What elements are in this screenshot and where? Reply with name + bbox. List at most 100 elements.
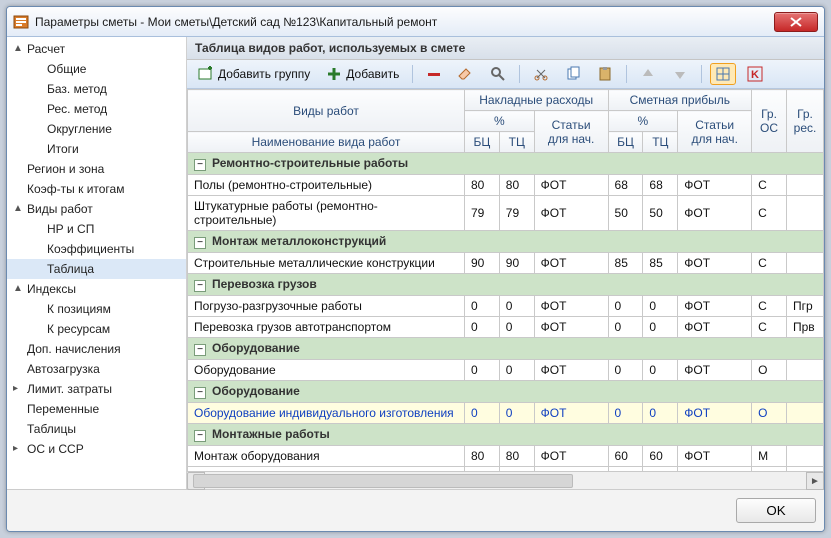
add-group-button[interactable]: Добавить группу xyxy=(193,63,315,85)
table-row[interactable]: Погрузо-разгрузочные работы00ФОТ00ФОТСПг… xyxy=(188,296,824,317)
collapse-icon[interactable]: − xyxy=(194,237,206,249)
col-pr-articles[interactable]: Статьи для нач. xyxy=(678,111,752,153)
cell-gos[interactable]: М xyxy=(752,446,787,467)
sidebar-item-19[interactable]: Таблицы xyxy=(7,419,186,439)
sidebar-item-7[interactable]: Коэф-ты к итогам xyxy=(7,179,186,199)
sidebar-item-13[interactable]: К позициям xyxy=(7,299,186,319)
cell-oh-bc[interactable]: 79 xyxy=(464,196,499,231)
remove-button[interactable] xyxy=(421,63,447,85)
expand-icon[interactable]: ▸ xyxy=(13,443,23,454)
cell-oh-art[interactable]: ФОТ xyxy=(534,317,608,338)
sidebar-item-15[interactable]: Доп. начисления xyxy=(7,339,186,359)
sidebar-item-9[interactable]: НР и СП xyxy=(7,219,186,239)
sidebar-item-11[interactable]: Таблица xyxy=(7,259,186,279)
expand-icon[interactable]: ▲ xyxy=(13,43,23,54)
table-row[interactable]: Перевозка грузов автотранспортом00ФОТ00Ф… xyxy=(188,317,824,338)
col-profit[interactable]: Сметная прибыль xyxy=(608,90,752,111)
move-down-button[interactable] xyxy=(667,63,693,85)
cell-gos[interactable]: С xyxy=(752,317,787,338)
cell-oh-bc[interactable]: 90 xyxy=(464,253,499,274)
col-oh-tc[interactable]: ТЦ xyxy=(499,132,534,153)
cell-oh-tc[interactable]: 0 xyxy=(499,403,534,424)
grid-area[interactable]: Виды работ Накладные расходы Сметная при… xyxy=(187,89,824,471)
erase-button[interactable] xyxy=(453,63,479,85)
table-row[interactable]: Полы (ремонтно-строительные)8080ФОТ6868Ф… xyxy=(188,175,824,196)
collapse-icon[interactable]: − xyxy=(194,387,206,399)
cell-pr-bc[interactable]: 50 xyxy=(608,196,643,231)
cell-pr-art[interactable]: ФОТ xyxy=(678,403,752,424)
cell-gres[interactable] xyxy=(786,175,823,196)
col-pr-percent[interactable]: % xyxy=(608,111,678,132)
cell-pr-art[interactable]: ФОТ xyxy=(678,196,752,231)
sidebar-item-2[interactable]: Баз. метод xyxy=(7,79,186,99)
table-row[interactable]: Оборудование индивидуального изготовлени… xyxy=(188,403,824,424)
cell-oh-art[interactable]: ФОТ xyxy=(534,175,608,196)
sidebar-item-6[interactable]: Регион и зона xyxy=(7,159,186,179)
col-group-os[interactable]: Гр. ОС xyxy=(752,90,787,153)
cell-pr-art[interactable]: ФОТ xyxy=(678,446,752,467)
group-row[interactable]: −Перевозка грузов xyxy=(188,274,824,296)
cell-gos[interactable]: С xyxy=(752,196,787,231)
sidebar-item-1[interactable]: Общие xyxy=(7,59,186,79)
cell-gres[interactable]: Пгр xyxy=(786,296,823,317)
cell-name[interactable]: Монтаж оборудования xyxy=(188,446,465,467)
cell-pr-bc[interactable]: 60 xyxy=(608,446,643,467)
work-types-table[interactable]: Виды работ Накладные расходы Сметная при… xyxy=(187,89,824,471)
table-row[interactable]: Штукатурные работы (ремонтно-строительны… xyxy=(188,196,824,231)
cell-name[interactable]: Перевозка грузов автотранспортом xyxy=(188,317,465,338)
cell-name[interactable]: Штукатурные работы (ремонтно-строительны… xyxy=(188,196,465,231)
cell-pr-tc[interactable]: 0 xyxy=(643,296,678,317)
cell-gres[interactable] xyxy=(786,403,823,424)
scroll-thumb[interactable] xyxy=(193,474,573,488)
cell-oh-bc[interactable]: 80 xyxy=(464,446,499,467)
sidebar-item-0[interactable]: ▲Расчет xyxy=(7,39,186,59)
cell-pr-tc[interactable]: 60 xyxy=(643,446,678,467)
cell-oh-bc[interactable]: 80 xyxy=(464,175,499,196)
collapse-icon[interactable]: − xyxy=(194,344,206,356)
add-button[interactable]: Добавить xyxy=(321,63,404,85)
cell-oh-tc[interactable]: 0 xyxy=(499,360,534,381)
cell-pr-tc[interactable]: 0 xyxy=(643,317,678,338)
cell-oh-art[interactable]: ФОТ xyxy=(534,296,608,317)
horizontal-scrollbar[interactable]: ◄ ► xyxy=(187,471,824,489)
search-button[interactable] xyxy=(485,63,511,85)
titlebar[interactable]: Параметры сметы - Мои сметы\Детский сад … xyxy=(7,7,824,37)
group-row[interactable]: −Ремонтно-строительные работы xyxy=(188,153,824,175)
cell-gos[interactable]: С xyxy=(752,175,787,196)
cell-gres[interactable] xyxy=(786,253,823,274)
col-oh-bc[interactable]: БЦ xyxy=(464,132,499,153)
col-name[interactable]: Наименование вида работ xyxy=(188,132,465,153)
cell-pr-tc[interactable]: 0 xyxy=(643,403,678,424)
cell-name[interactable]: Оборудование xyxy=(188,360,465,381)
cell-pr-bc[interactable]: 68 xyxy=(608,175,643,196)
cell-oh-tc[interactable]: 80 xyxy=(499,446,534,467)
cell-name[interactable]: Погрузо-разгрузочные работы xyxy=(188,296,465,317)
cell-oh-art[interactable]: ФОТ xyxy=(534,196,608,231)
sidebar-item-3[interactable]: Рес. метод xyxy=(7,99,186,119)
sidebar-item-18[interactable]: Переменные xyxy=(7,399,186,419)
cell-name[interactable]: Оборудование индивидуального изготовлени… xyxy=(188,403,465,424)
cell-oh-tc[interactable]: 90 xyxy=(499,253,534,274)
cell-gres[interactable] xyxy=(786,446,823,467)
col-group-res[interactable]: Гр. рес. xyxy=(786,90,823,153)
expand-icon[interactable]: ▲ xyxy=(13,283,23,294)
sidebar-item-4[interactable]: Округление xyxy=(7,119,186,139)
cell-oh-art[interactable]: ФОТ xyxy=(534,446,608,467)
cell-gos[interactable]: С xyxy=(752,253,787,274)
cell-pr-tc[interactable]: 85 xyxy=(643,253,678,274)
col-pr-tc[interactable]: ТЦ xyxy=(643,132,678,153)
cell-gres[interactable]: Прв xyxy=(786,317,823,338)
coefficient-button[interactable]: K xyxy=(742,63,768,85)
sidebar-tree[interactable]: ▲РасчетОбщиеБаз. методРес. методОкруглен… xyxy=(7,37,187,489)
cell-pr-tc[interactable]: 50 xyxy=(643,196,678,231)
cell-pr-bc[interactable]: 0 xyxy=(608,403,643,424)
toggle-view-button[interactable] xyxy=(710,63,736,85)
collapse-icon[interactable]: − xyxy=(194,430,206,442)
group-row[interactable]: −Монтаж металлоконструкций xyxy=(188,231,824,253)
cell-gres[interactable] xyxy=(786,360,823,381)
table-row[interactable]: Строительные металлические конструкции90… xyxy=(188,253,824,274)
sidebar-item-10[interactable]: Коэффициенты xyxy=(7,239,186,259)
cell-pr-bc[interactable]: 0 xyxy=(608,360,643,381)
expand-icon[interactable]: ▸ xyxy=(13,383,23,394)
cell-name[interactable]: Полы (ремонтно-строительные) xyxy=(188,175,465,196)
